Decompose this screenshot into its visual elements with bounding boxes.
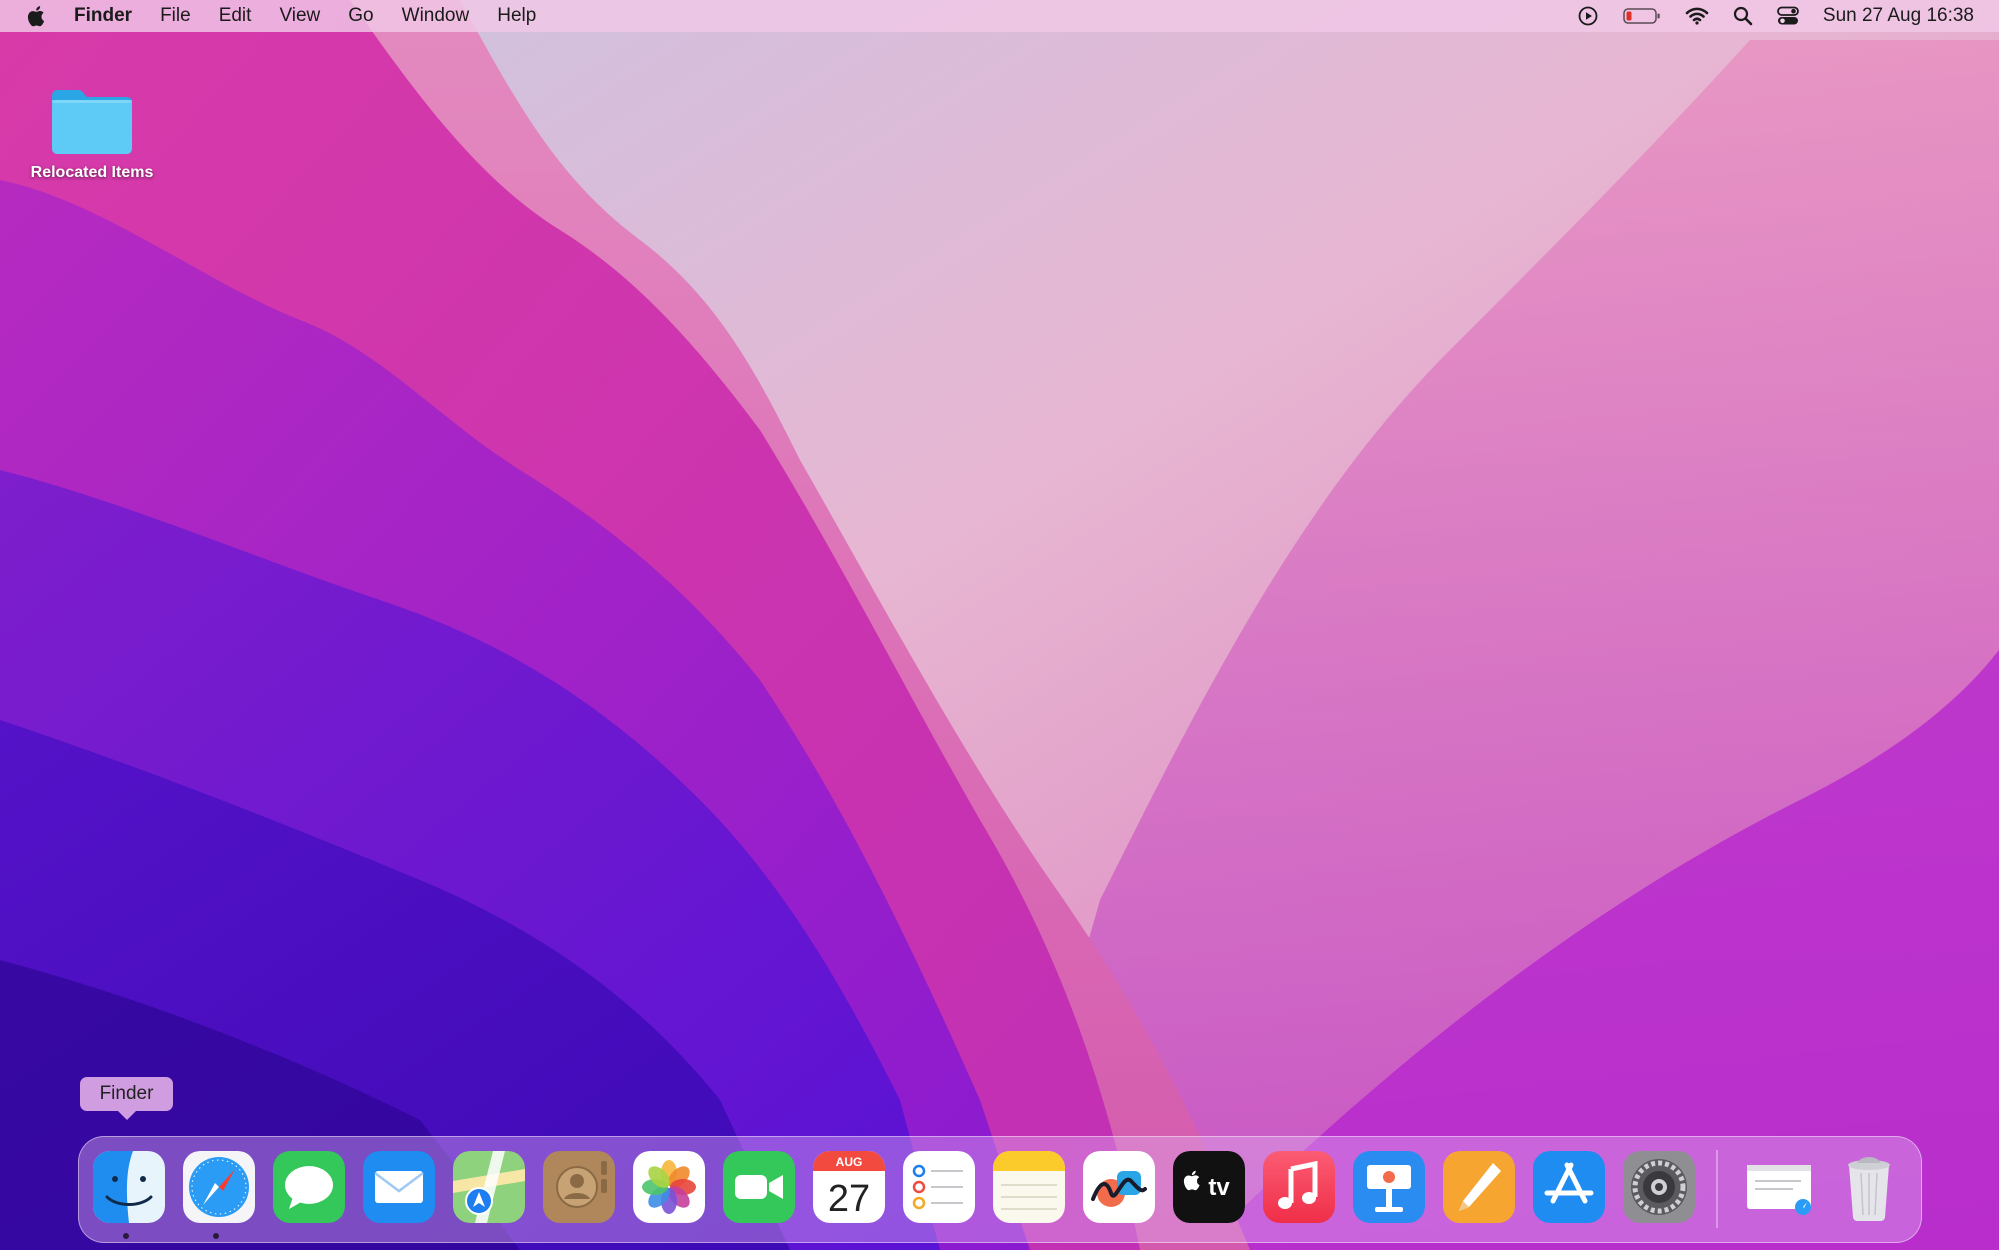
menu-file[interactable]: File <box>146 0 205 32</box>
menu-edit[interactable]: Edit <box>205 0 266 32</box>
dock-keynote-icon[interactable] <box>1353 1151 1425 1223</box>
desktop-icon-label: Relocated Items <box>30 164 154 181</box>
dock-trash-icon[interactable] <box>1833 1151 1905 1223</box>
desktop-icon-relocated-items[interactable]: Relocated Items <box>18 84 166 182</box>
play-circle-icon[interactable] <box>1577 0 1599 32</box>
app-menu-finder[interactable]: Finder <box>74 0 146 32</box>
dock-minimized-window[interactable] <box>1743 1151 1815 1223</box>
control-center-icon[interactable] <box>1777 0 1799 32</box>
dock-pages-icon[interactable] <box>1443 1151 1515 1223</box>
folder-icon <box>52 90 132 154</box>
dock-calendar-icon[interactable]: AUG 27 <box>813 1151 885 1223</box>
menu-go[interactable]: Go <box>334 0 387 32</box>
menu-bar: Finder File Edit View Go Window Help Sun… <box>0 0 1999 32</box>
tv-label: tv <box>1208 1174 1230 1201</box>
calendar-month: AUG <box>836 1155 863 1169</box>
menu-view[interactable]: View <box>265 0 334 32</box>
calendar-day: 27 <box>828 1178 870 1220</box>
menu-bar-clock[interactable]: Sun 27 Aug 16:38 <box>1823 5 1974 27</box>
dock: AUG 27 tv <box>78 1136 1922 1243</box>
dock-divider <box>1716 1150 1718 1228</box>
dock-tv-icon[interactable]: tv <box>1173 1151 1245 1223</box>
dock-notes-icon[interactable] <box>993 1151 1065 1223</box>
dock-photos-icon[interactable] <box>633 1151 705 1223</box>
wifi-icon[interactable] <box>1685 0 1709 32</box>
running-indicator-finder <box>123 1233 129 1239</box>
desktop-wallpaper <box>0 0 1999 1250</box>
dock-app-store-icon[interactable] <box>1533 1151 1605 1223</box>
dock-contacts-icon[interactable] <box>543 1151 615 1223</box>
dock-tooltip: Finder <box>80 1077 173 1120</box>
dock-facetime-icon[interactable] <box>723 1151 795 1223</box>
dock-messages-icon[interactable] <box>273 1151 345 1223</box>
dock-system-settings-icon[interactable] <box>1623 1151 1695 1223</box>
dock-finder-icon[interactable] <box>93 1151 165 1223</box>
apple-menu-icon[interactable] <box>22 0 52 32</box>
menu-help[interactable]: Help <box>483 0 550 32</box>
dock-freeform-icon[interactable] <box>1083 1151 1155 1223</box>
dock-mail-icon[interactable] <box>363 1151 435 1223</box>
dock-maps-icon[interactable] <box>453 1151 525 1223</box>
dock-safari-icon[interactable] <box>183 1151 255 1223</box>
dock-music-icon[interactable] <box>1263 1151 1335 1223</box>
battery-icon[interactable] <box>1623 0 1661 32</box>
running-indicator-safari <box>213 1233 219 1239</box>
search-icon[interactable] <box>1733 0 1753 32</box>
menu-window[interactable]: Window <box>388 0 484 32</box>
dock-reminders-icon[interactable] <box>903 1151 975 1223</box>
